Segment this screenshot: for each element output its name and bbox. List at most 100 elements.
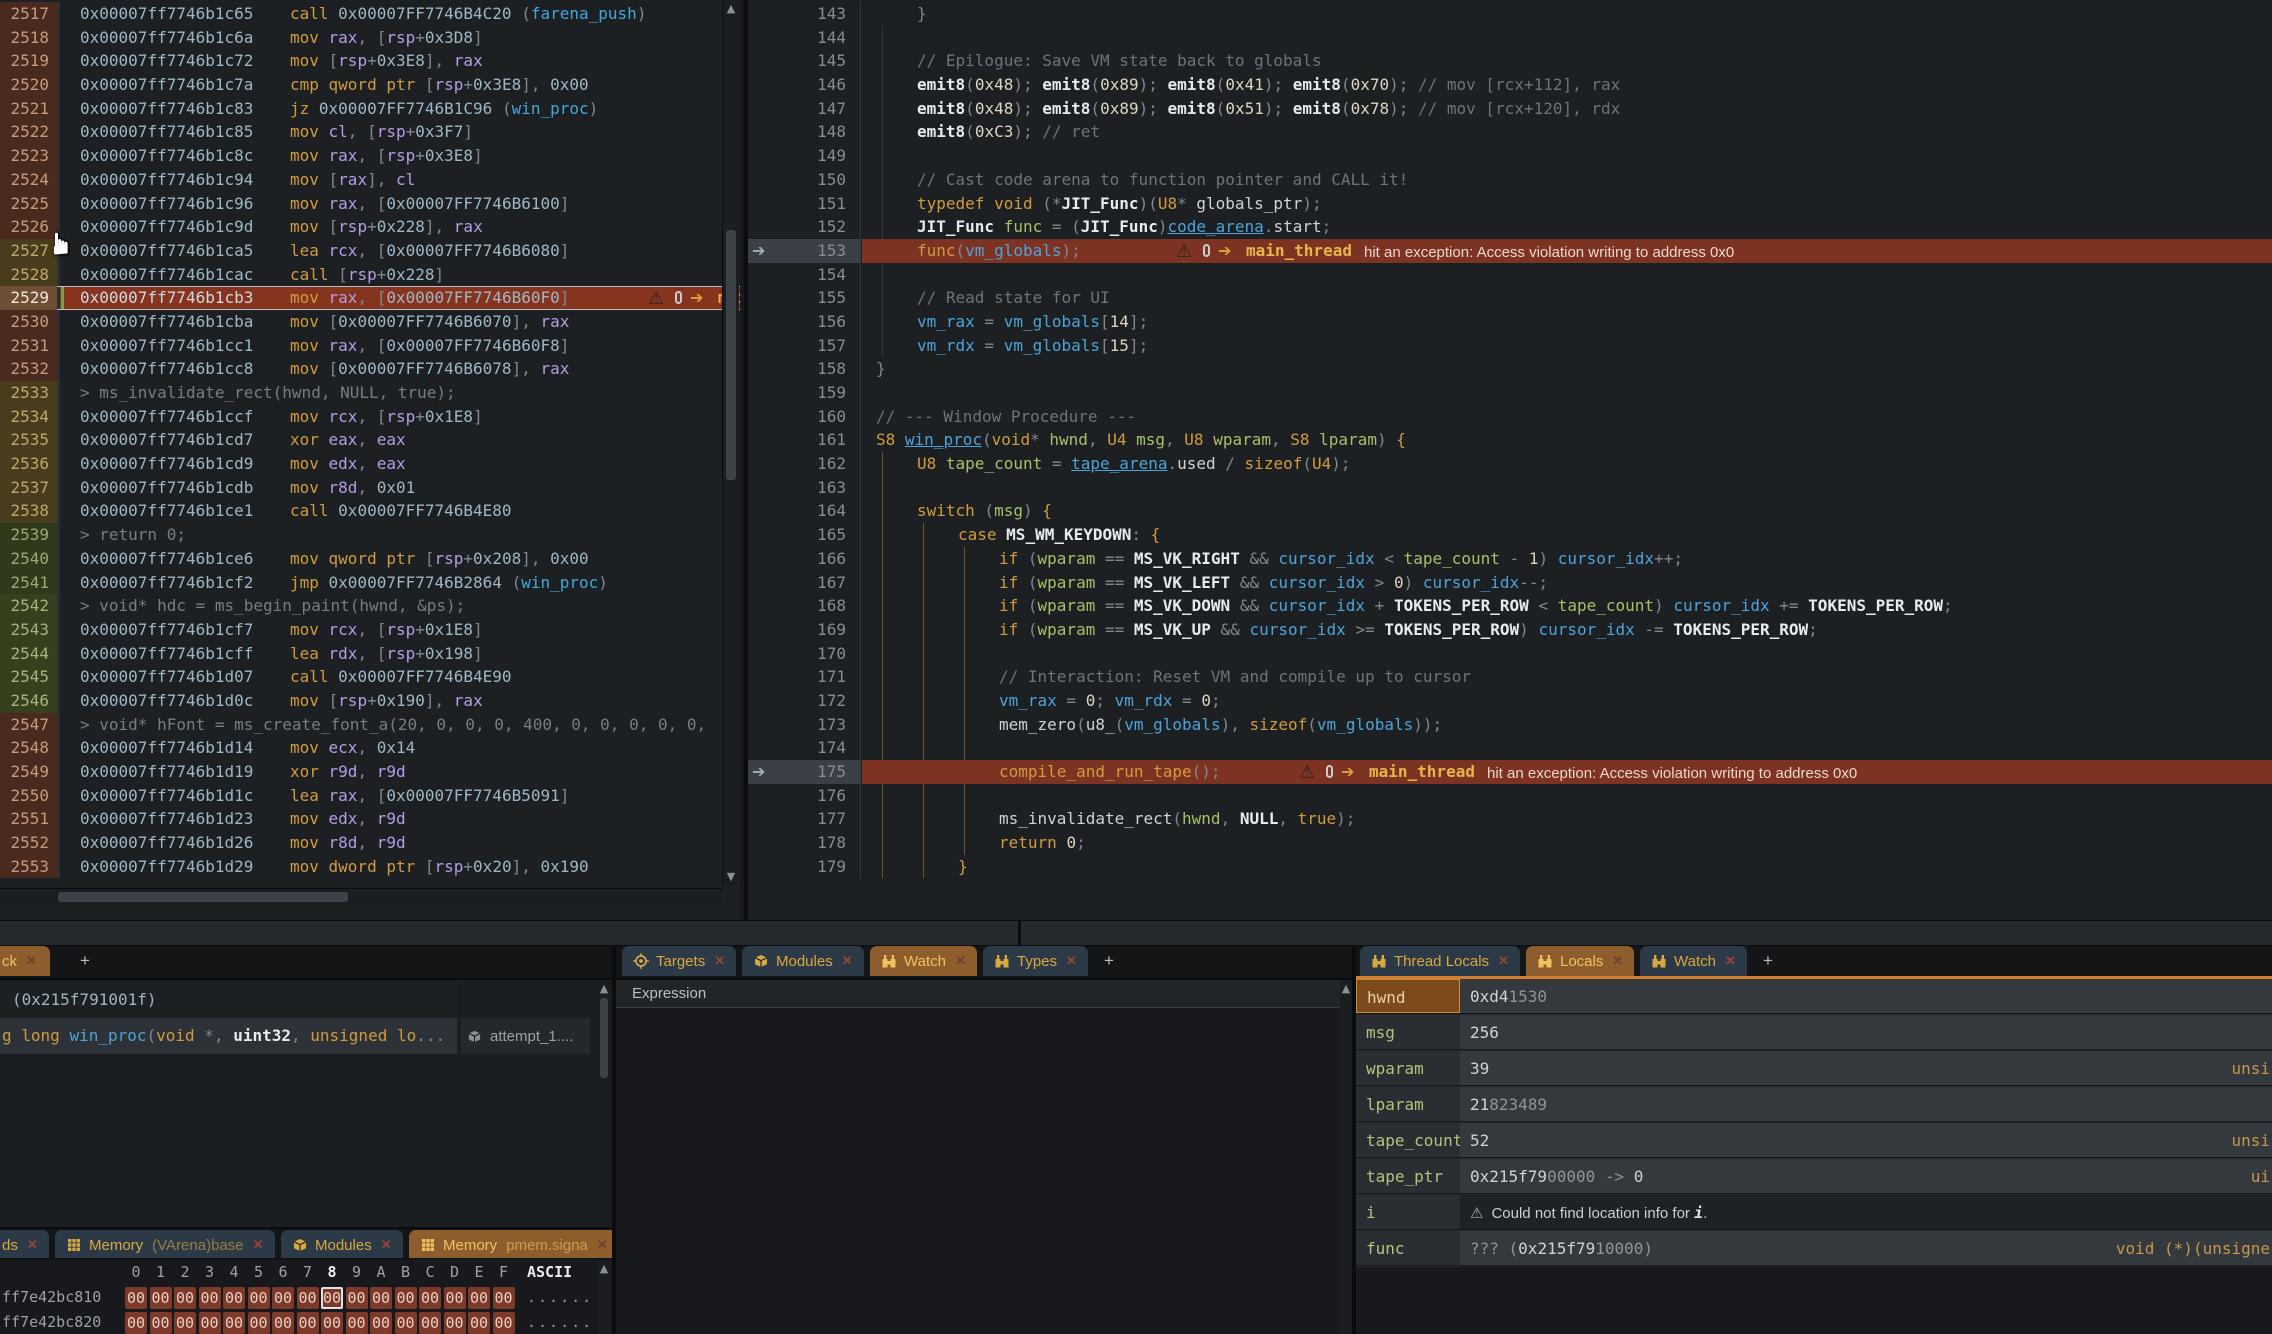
source-line-number[interactable]: 175 xyxy=(764,760,846,784)
disasm-line-number[interactable]: 2538 xyxy=(0,499,57,523)
disasm-row[interactable]: 25240x00007ff7746b1c94mov [rax], cl xyxy=(0,168,740,192)
source-line-number[interactable]: 177 xyxy=(764,807,846,831)
source-row[interactable]: 158} xyxy=(748,357,2272,381)
locals-row-tape_count[interactable]: tape_count52unsi xyxy=(1356,1123,2272,1159)
source-row[interactable]: 148emit8(0xC3); // ret xyxy=(748,120,2272,144)
locals-tab-thread-locals[interactable]: Thread Locals✕ xyxy=(1360,946,1520,976)
source-row[interactable]: 166if (wparam == MS_VK_RIGHT && cursor_i… xyxy=(748,547,2272,571)
disassembly-panel[interactable]: 25170x00007ff7746b1c65call 0x00007FF7746… xyxy=(0,0,740,920)
source-line-number[interactable]: 173 xyxy=(764,713,846,737)
memory-byte[interactable]: 00 xyxy=(272,1287,294,1309)
memory-byte[interactable]: 00 xyxy=(346,1287,368,1309)
locals-row-lparam[interactable]: lparam21823489 xyxy=(1356,1087,2272,1123)
disasm-row[interactable]: 25350x00007ff7746b1cd7xor eax, eax xyxy=(0,428,740,452)
watch-tab-watch[interactable]: Watch✕ xyxy=(870,946,977,976)
disasm-row[interactable]: 25450x00007ff7746b1d07call 0x00007FF7746… xyxy=(0,665,740,689)
source-line-number[interactable]: 169 xyxy=(764,618,846,642)
source-line-number[interactable]: 167 xyxy=(764,571,846,595)
scroll-thumb[interactable] xyxy=(600,998,608,1078)
variable-value[interactable]: ⚠Could not find location info for i. xyxy=(1460,1195,2272,1229)
source-row[interactable]: 163 xyxy=(748,476,2272,500)
memory-tab-memory[interactable]: Memorypmem.signa✕ xyxy=(409,1230,619,1260)
source-line-number[interactable]: 170 xyxy=(764,642,846,666)
source-row[interactable]: 154 xyxy=(748,263,2272,287)
memory-byte[interactable]: 00 xyxy=(370,1312,392,1334)
memory-byte[interactable]: 00 xyxy=(395,1312,417,1334)
watch-tab-types[interactable]: Types✕ xyxy=(983,946,1088,976)
source-row[interactable]: 178return 0; xyxy=(748,831,2272,855)
source-row[interactable]: 159 xyxy=(748,381,2272,405)
source-line-number[interactable]: 158 xyxy=(764,357,846,381)
source-row[interactable]: 169if (wparam == MS_VK_UP && cursor_idx … xyxy=(748,618,2272,642)
memory-byte[interactable]: 00 xyxy=(468,1312,490,1334)
source-row[interactable]: 167if (wparam == MS_VK_LEFT && cursor_id… xyxy=(748,571,2272,595)
disasm-row[interactable]: 25220x00007ff7746b1c85mov cl, [rsp+0x3F7… xyxy=(0,120,740,144)
disasm-row[interactable]: 25180x00007ff7746b1c6amov rax, [rsp+0x3D… xyxy=(0,26,740,50)
memory-panel[interactable]: ds✕Memory(VArena)base✕Modules✕Memorypmem… xyxy=(0,1227,612,1334)
disasm-row[interactable]: 25490x00007ff7746b1d19xor r9d, r9d xyxy=(0,760,740,784)
memory-byte[interactable]: 00 xyxy=(297,1287,319,1309)
source-row[interactable]: 157vm_rdx = vm_globals[15]; xyxy=(748,334,2272,358)
disasm-row[interactable]: 25410x00007ff7746b1cf2jmp 0x00007FF7746B… xyxy=(0,571,740,595)
disasm-line-number[interactable]: 2520 xyxy=(0,73,57,97)
memory-byte[interactable]: 00 xyxy=(150,1312,172,1334)
source-line-number[interactable]: 179 xyxy=(764,855,846,879)
scroll-up-icon[interactable]: ▲ xyxy=(723,2,739,15)
disasm-row[interactable]: 25370x00007ff7746b1cdbmov r8d, 0x01 xyxy=(0,476,740,500)
disasm-line-number[interactable]: 2521 xyxy=(0,97,57,121)
locals-row-i[interactable]: i⚠Could not find location info for i. xyxy=(1356,1195,2272,1231)
variable-value[interactable]: 0x215f7900000 -> 0 xyxy=(1460,1159,2272,1193)
watch-tab-targets[interactable]: Targets✕ xyxy=(622,946,736,976)
locals-tab-watch[interactable]: Watch✕ xyxy=(1640,946,1747,976)
variable-name[interactable]: func xyxy=(1356,1231,1460,1265)
disasm-row[interactable]: 25290x00007ff7746b1cb3mov rax, [0x00007F… xyxy=(0,286,740,310)
locals-tab-locals[interactable]: Locals✕ xyxy=(1526,946,1634,976)
memory-byte[interactable]: 00 xyxy=(419,1287,441,1309)
memory-byte[interactable]: 00 xyxy=(468,1287,490,1309)
disasm-row[interactable]: 25430x00007ff7746b1cf7mov rcx, [rsp+0x1E… xyxy=(0,618,740,642)
memory-scrollbar[interactable]: ▲ xyxy=(598,1260,610,1334)
source-row[interactable]: 177ms_invalidate_rect(hwnd, NULL, true); xyxy=(748,807,2272,831)
memory-byte[interactable]: 00 xyxy=(395,1287,417,1309)
disasm-line-number[interactable]: 2552 xyxy=(0,831,57,855)
source-row[interactable]: 160// --- Window Procedure --- xyxy=(748,405,2272,429)
disasm-line-number[interactable]: 2550 xyxy=(0,784,57,808)
scroll-thumb[interactable] xyxy=(726,230,736,480)
variable-value[interactable]: 256 xyxy=(1460,1015,2272,1049)
source-line-number[interactable]: 176 xyxy=(764,784,846,808)
disasm-line-number[interactable]: 2539 xyxy=(0,523,57,547)
close-icon[interactable]: ✕ xyxy=(842,953,853,969)
scroll-up-icon[interactable]: ▲ xyxy=(1340,982,1352,995)
disasm-row[interactable]: 25380x00007ff7746b1ce1call 0x00007FF7746… xyxy=(0,499,740,523)
source-row[interactable]: 149 xyxy=(748,144,2272,168)
scroll-up-icon[interactable]: ▲ xyxy=(598,1262,610,1275)
watch-panel[interactable]: Targets✕Modules✕Watch✕Types✕+Expression▲ xyxy=(616,946,1352,1334)
source-line-number[interactable]: 147 xyxy=(764,97,846,121)
disasm-line-number[interactable]: 2544 xyxy=(0,642,57,666)
source-row[interactable]: 152JIT_Func func = (JIT_Func)code_arena.… xyxy=(748,215,2272,239)
disasm-line-number[interactable]: 2547 xyxy=(0,713,57,737)
scroll-up-icon[interactable]: ▲ xyxy=(598,982,610,995)
disasm-row[interactable]: 25310x00007ff7746b1cc1mov rax, [0x00007F… xyxy=(0,334,740,358)
source-row[interactable]: 155// Read state for UI xyxy=(748,286,2272,310)
source-line-number[interactable]: 148 xyxy=(764,120,846,144)
source-line-number[interactable]: 161 xyxy=(764,428,846,452)
watch-scrollbar[interactable]: ▲ xyxy=(1340,980,1352,1334)
disasm-row[interactable]: 2539> return 0; xyxy=(0,523,740,547)
callstack-panel[interactable]: ck✕+(0x215f791001f)g long win_proc(void … xyxy=(0,946,612,1227)
disasm-line-number[interactable]: 2548 xyxy=(0,736,57,760)
disasm-line-number[interactable]: 2525 xyxy=(0,192,57,216)
disasm-line-number[interactable]: 2534 xyxy=(0,405,57,429)
source-row[interactable]: 156vm_rax = vm_globals[14]; xyxy=(748,310,2272,334)
source-row[interactable]: 143} xyxy=(748,2,2272,26)
source-row[interactable]: 168if (wparam == MS_VK_DOWN && cursor_id… xyxy=(748,594,2272,618)
disasm-row[interactable]: 25320x00007ff7746b1cc8mov [0x00007FF7746… xyxy=(0,357,740,381)
disasm-row[interactable]: 2533> ms_invalidate_rect(hwnd, NULL, tru… xyxy=(0,381,740,405)
source-line-number[interactable]: 164 xyxy=(764,499,846,523)
memory-byte[interactable]: 00 xyxy=(370,1287,392,1309)
disasm-row[interactable]: 25530x00007ff7746b1d29mov dword ptr [rsp… xyxy=(0,855,740,879)
memory-byte[interactable]: 00 xyxy=(125,1312,147,1334)
memory-byte[interactable]: 00 xyxy=(419,1312,441,1334)
locals-panel[interactable]: Thread Locals✕Locals✕Watch✕+hwnd0xd41530… xyxy=(1356,946,2272,1334)
locals-row-func[interactable]: func??? (0x215f7910000)void (*)(unsigne xyxy=(1356,1231,2272,1267)
